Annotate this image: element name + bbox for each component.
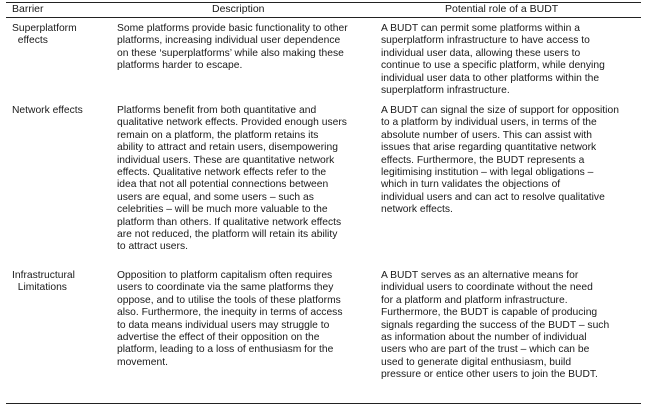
header-description: Description [212,3,265,15]
role-cell: A BUDT serves as an alternative means fo… [381,270,610,381]
header-rule [6,17,641,18]
barrier-cell: Infrastructural Limitations [12,270,75,294]
description-cell: Platforms benefit from both quantitative… [117,105,347,253]
description-cell: Opposition to platform capitalism often … [117,270,343,368]
description-cell: Some platforms provide basic functionali… [117,23,348,72]
barrier-cell: Network effects [12,105,83,116]
header-potential-role: Potential role of a BUDT [445,3,559,15]
barrier-cell: Superplatform effects [12,23,77,47]
table-bottom-rule [6,403,641,404]
role-cell: A BUDT can signal the size of support fo… [381,105,619,216]
header-barrier: Barrier [12,3,44,15]
role-cell: A BUDT can permit some platforms within … [381,23,605,97]
